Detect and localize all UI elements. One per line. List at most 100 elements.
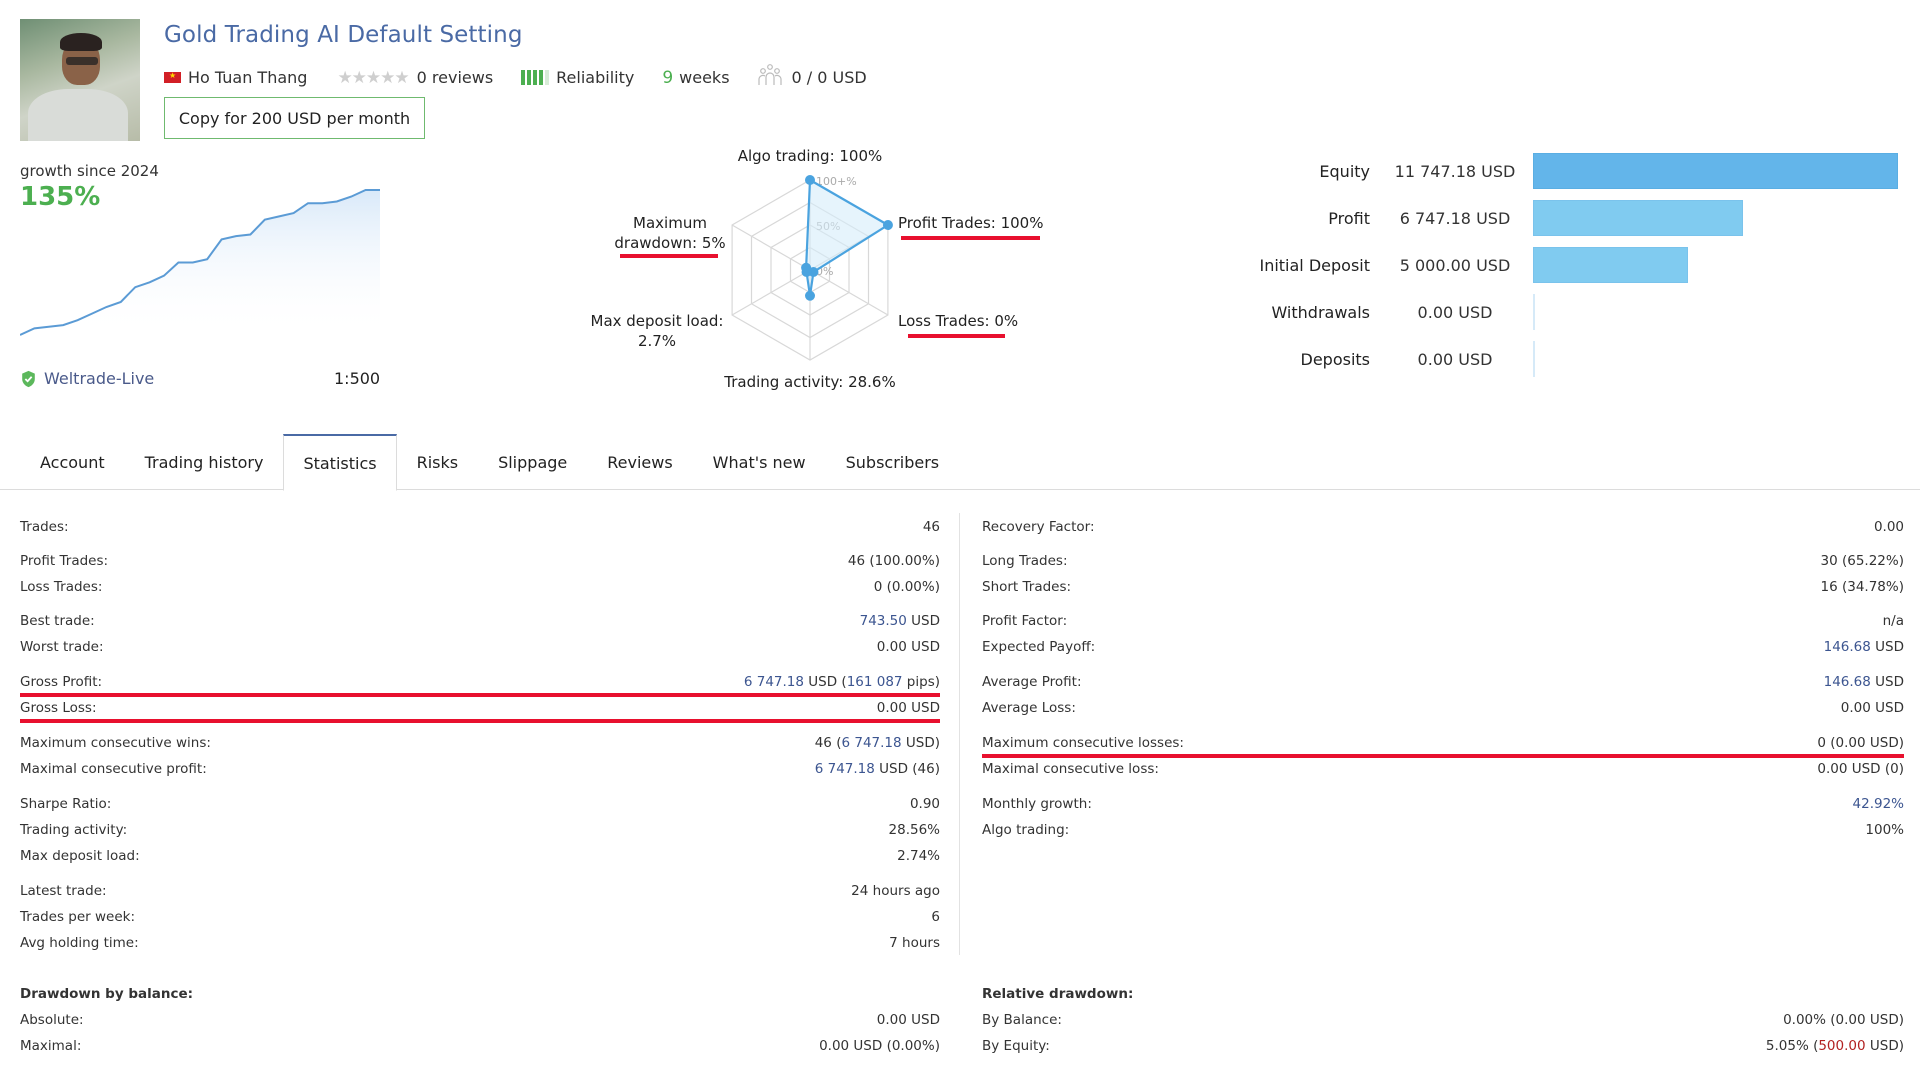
stats-label: Maximal consecutive profit: (20, 761, 207, 777)
stats-label: Average Loss: (982, 700, 1076, 716)
radar-label-trading-activity: Trading activity: 28.6% (723, 373, 895, 391)
finance-label: Profit (1328, 208, 1370, 228)
stats-row: Profit Trades: 46 (100.00%) (20, 550, 940, 572)
stats-value-text: 0 (0.00%) (873, 579, 940, 595)
stats-label: Drawdown by balance: (20, 986, 194, 1002)
tab-trading-history[interactable]: Trading history (125, 434, 284, 491)
stats-value-text: 5.05% ( (1765, 1038, 1819, 1054)
tab-account[interactable]: Account (20, 434, 125, 491)
stats-value-text: 30 (65.22%) (1820, 553, 1904, 569)
stats-label: Trades per week: (20, 909, 136, 925)
stats-value-text: 0.90 (909, 796, 940, 812)
radar-label-algo-trading: Algo trading: 100% (738, 147, 883, 165)
reliability-bar (545, 70, 550, 85)
stats-label: Trades: (20, 519, 69, 535)
stats-label: Algo trading: (982, 822, 1070, 838)
avatar-hair-shape (60, 33, 102, 51)
stats-value-text: 100% (1865, 822, 1904, 838)
stats-row: Short Trades: 16 (34.78%) (982, 576, 1904, 598)
reliability-bar (533, 70, 538, 85)
radar-data-shape (805, 178, 891, 296)
stats-value-text: 0.00 USD (876, 1012, 940, 1028)
tab-reviews[interactable]: Reviews (587, 434, 692, 491)
author-avatar[interactable] (20, 19, 140, 141)
stats-value-text: USD) (1865, 1038, 1904, 1054)
stats-label: Max deposit load: (20, 848, 140, 864)
tab-slippage[interactable]: Slippage (478, 434, 587, 491)
stats-value: 5.05% (500.00 USD) (1766, 1038, 1904, 1054)
growth-value: 135% (20, 182, 101, 212)
stats-label: Gross Profit: (20, 674, 103, 690)
stats-value-text: n/a (1882, 613, 1904, 629)
finance-value: 11 747.18 USD (1394, 161, 1516, 181)
stats-row: By Equity: 5.05% (500.00 USD) (982, 1035, 1904, 1057)
stats-value-text: 16 (34.78%) (1820, 579, 1904, 595)
finance-row: Deposits 0.00 USD (1250, 341, 1910, 377)
radar-label-loss-trades: Loss Trades: 0% (898, 312, 1018, 330)
finance-bar (1533, 200, 1743, 236)
stats-label: Relative drawdown: (982, 986, 1134, 1002)
stats-row: Absolute: 0.00 USD (20, 1009, 940, 1031)
stats-row: Maximal: 0.00 USD (0.00%) (20, 1035, 940, 1057)
stats-label: Maximum consecutive wins: (20, 735, 211, 751)
stats-value: 6 747.18 USD (161 087 pips) (744, 674, 940, 690)
stats-value: 7 hours (889, 935, 940, 951)
radar-data-point (882, 220, 893, 230)
stats-value: 16 (34.78%) (1821, 579, 1904, 595)
stats-value-highlight: 161 087 (846, 674, 903, 690)
stats-value: 0.90 (910, 796, 940, 812)
stats-label: Worst trade: (20, 639, 104, 655)
stats-value-text: 2.74% (897, 848, 940, 864)
stats-value-highlight: 6 747.18 (743, 674, 804, 690)
stats-value: 0 (0.00%) (874, 579, 940, 595)
stats-label: Short Trades: (982, 579, 1072, 595)
copy-subscribe-button[interactable]: Copy for 200 USD per month (164, 97, 425, 139)
stats-row: Best trade: 743.50 USD (20, 610, 940, 632)
reliability-bar (539, 70, 544, 85)
stats-value-text: 0.00 (1873, 519, 1904, 535)
finance-row: Equity 11 747.18 USD (1250, 153, 1910, 189)
stats-label: Gross Loss: (20, 700, 97, 716)
tab-risks[interactable]: Risks (397, 434, 479, 491)
stats-label: Trading activity: (20, 822, 128, 838)
stats-label: Best trade: (20, 613, 95, 629)
signal-meta: Ho Tuan Thang ★★★★★ 0 reviews Reliabilit… (164, 64, 867, 91)
radar-data-point (805, 290, 815, 301)
stats-value: 46 (6 747.18 USD) (815, 735, 940, 751)
stats-label: Profit Trades: (20, 553, 109, 569)
broker-link[interactable]: Weltrade-Live (20, 369, 154, 388)
stats-label: Avg holding time: (20, 935, 139, 951)
tab-subscribers[interactable]: Subscribers (826, 434, 960, 491)
weeks-count: 9 (662, 67, 674, 88)
tab-statistics[interactable]: Statistics (283, 434, 397, 491)
finance-value: 0.00 USD (1417, 302, 1493, 322)
stats-value-text: 46 (100.00%) (847, 553, 940, 569)
stats-value: 30 (65.22%) (1821, 553, 1904, 569)
stats-value-text: 46 ( (814, 735, 842, 751)
stats-value: n/a (1883, 613, 1904, 629)
reviews-count[interactable]: 0 reviews (417, 68, 494, 87)
stats-row: Sharpe Ratio: 0.90 (20, 793, 940, 815)
stats-value: 0.00 USD (0) (1817, 761, 1904, 777)
radar-label-max-drawdown-value: drawdown: 5% (614, 234, 725, 252)
stats-label: Maximum consecutive losses: (982, 735, 1184, 751)
stats-label: By Equity: (982, 1038, 1050, 1054)
stats-value-text: USD) (901, 735, 940, 751)
stats-value: 2.74% (897, 848, 940, 864)
stats-row: Maximum consecutive wins: 46 (6 747.18 US… (20, 732, 940, 754)
stats-value-highlight: 146.68 (1823, 639, 1871, 655)
stats-label: Long Trades: (982, 553, 1068, 569)
stats-value: 46 (923, 519, 940, 535)
stats-value-text: 0.00 USD (876, 700, 940, 716)
finance-bar (1533, 341, 1535, 377)
stats-row: Average Loss: 0.00 USD (982, 697, 1904, 719)
stats-row: Maximal consecutive profit: 6 747.18 USD … (20, 758, 940, 780)
tab-what-s-new[interactable]: What's new (693, 434, 826, 491)
column-divider (959, 513, 960, 955)
stats-row: Monthly growth: 42.92% (982, 793, 1904, 815)
stats-value-highlight: 6 747.18 (814, 761, 875, 777)
author-name[interactable]: Ho Tuan Thang (188, 68, 307, 87)
stats-value: 42.92% (1853, 796, 1904, 812)
stats-row: Avg holding time: 7 hours (20, 932, 940, 954)
stats-row: Maximum consecutive losses: 0 (0.00 USD) (982, 732, 1904, 754)
